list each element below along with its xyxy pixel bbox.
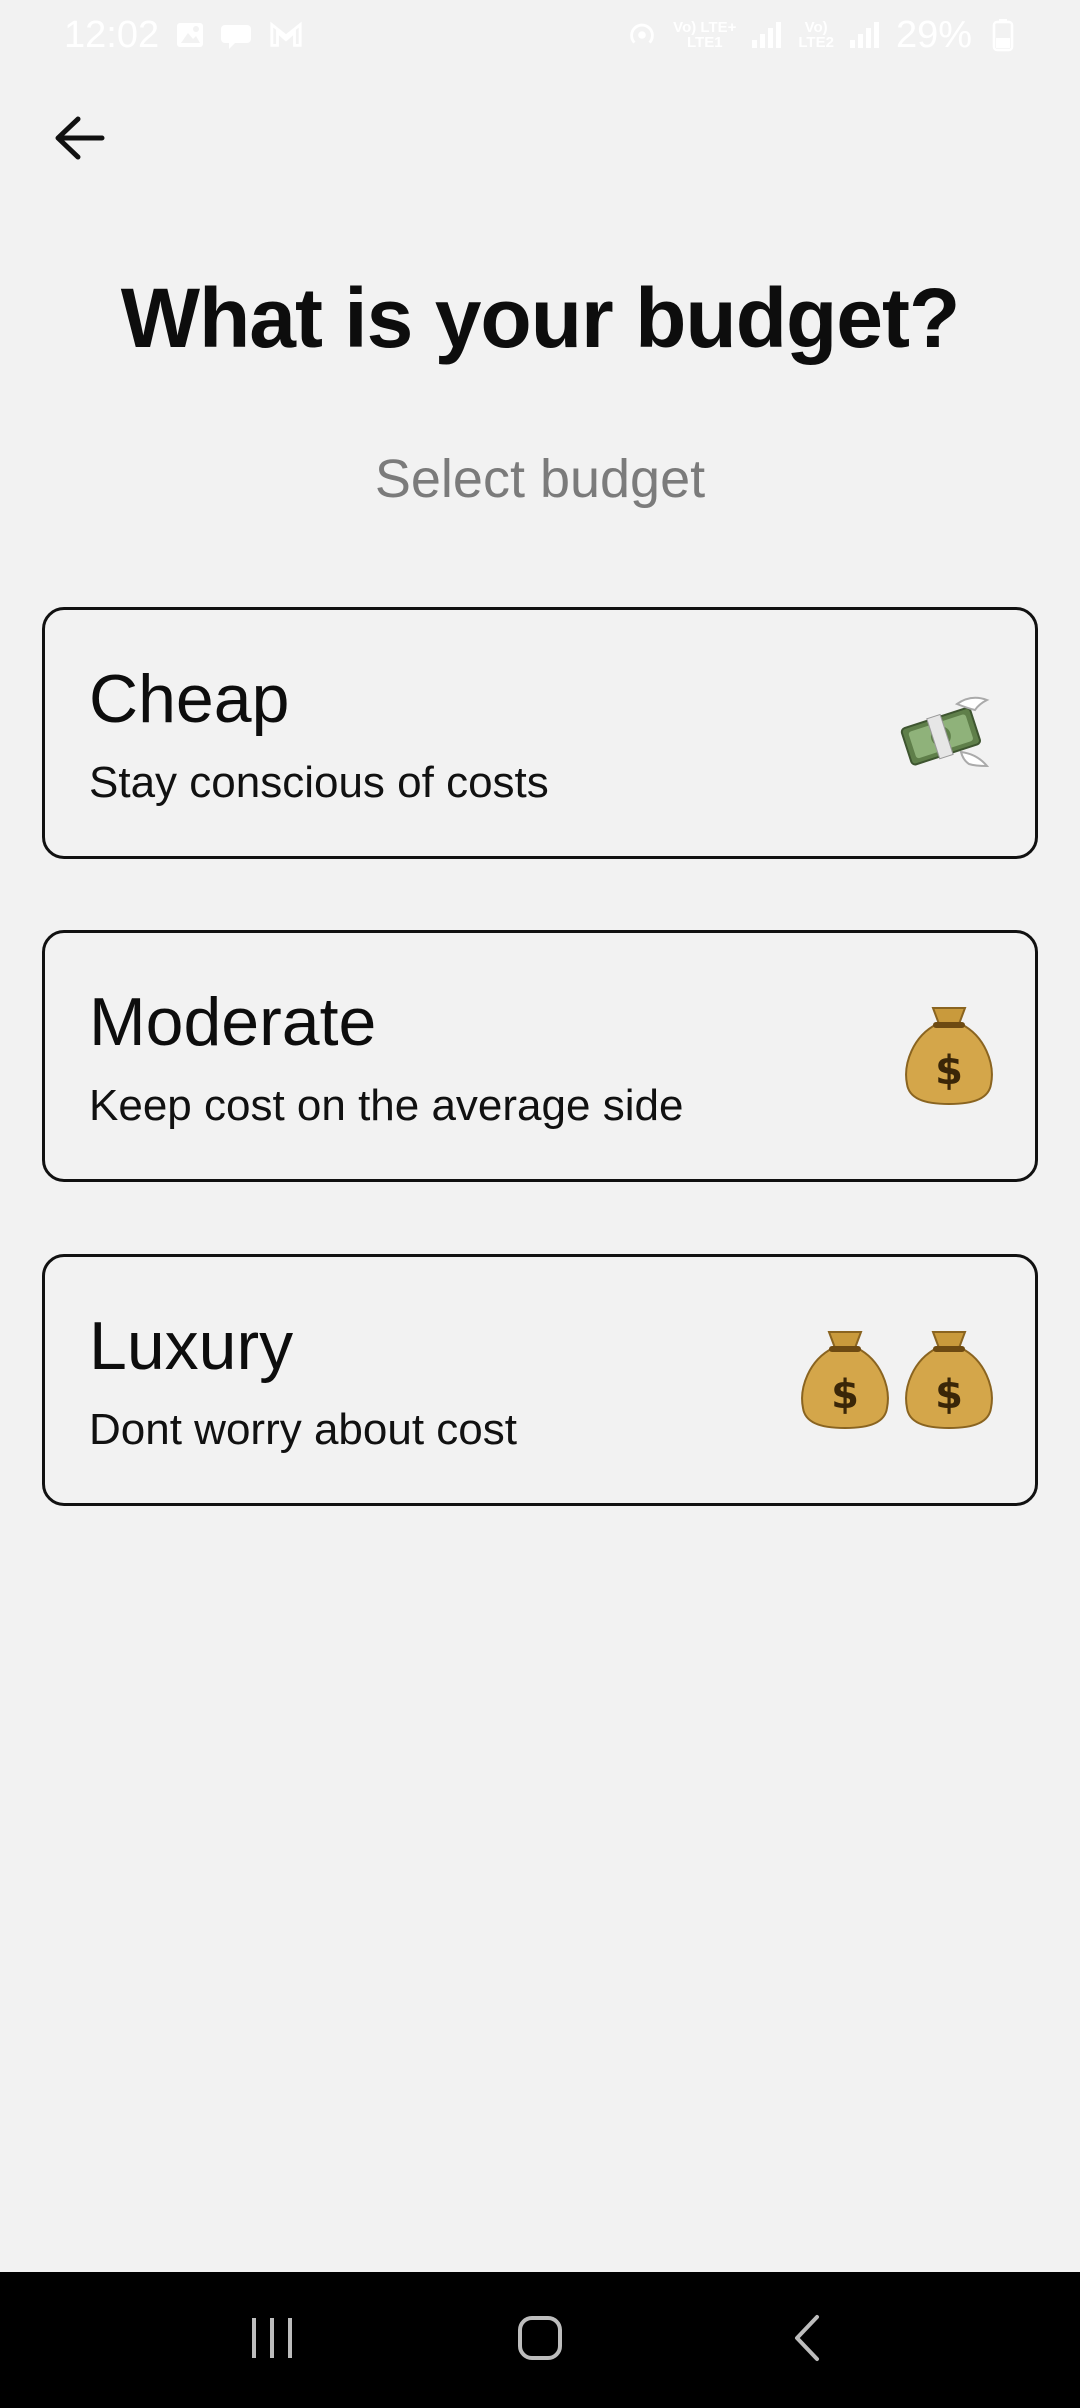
option-icons: $ $	[799, 1257, 995, 1503]
status-time: 12:02	[64, 13, 160, 56]
network-label-1: Vo) LTE+ LTE1	[673, 19, 737, 51]
screen: 12:02 Vo) LTE+ LTE1 Vo) LTE2 29% What is…	[0, 0, 1080, 2408]
option-card-moderate[interactable]: Moderate Keep cost on the average side $	[42, 930, 1038, 1182]
system-back-button[interactable]	[747, 2290, 867, 2390]
option-description: Dont worry about cost	[89, 1405, 517, 1454]
svg-text:$: $	[831, 1372, 859, 1418]
page-title: What is your budget?	[120, 271, 961, 365]
recent-apps-icon	[248, 2316, 298, 2365]
option-card-cheap[interactable]: Cheap Stay conscious of costs $	[42, 607, 1038, 859]
home-icon	[515, 2313, 565, 2368]
recent-apps-button[interactable]	[213, 2290, 333, 2390]
svg-text:$: $	[935, 1048, 963, 1094]
chevron-left-icon	[789, 2313, 825, 2368]
option-icons: $	[895, 610, 995, 856]
battery-percent: 29%	[895, 13, 972, 56]
home-button[interactable]	[480, 2290, 600, 2390]
money-with-wings-icon: $	[895, 686, 995, 781]
gmail-icon	[269, 18, 303, 52]
status-right: Vo) LTE+ LTE1 Vo) LTE2 29%	[625, 14, 1020, 57]
option-card-luxury[interactable]: Luxury Dont worry about cost $ $	[42, 1254, 1038, 1506]
money-bag-icon: $	[903, 1326, 995, 1435]
money-bag-icon: $	[799, 1326, 891, 1435]
option-description: Keep cost on the average side	[89, 1081, 684, 1130]
status-bar: 12:02 Vo) LTE+ LTE1 Vo) LTE2 29%	[0, 0, 1080, 70]
option-title: Luxury	[89, 1308, 294, 1384]
signal-icon-1	[750, 18, 784, 52]
option-icons: $	[903, 933, 995, 1179]
svg-text:$: $	[935, 1372, 963, 1418]
option-title: Moderate	[89, 984, 377, 1060]
signal-icon-2	[848, 18, 882, 52]
option-description: Stay conscious of costs	[89, 758, 549, 807]
status-left: 12:02	[64, 14, 303, 57]
chat-icon	[221, 18, 255, 52]
gallery-icon	[173, 18, 207, 52]
money-bag-icon: $	[903, 1002, 995, 1111]
back-button[interactable]	[40, 100, 120, 180]
network-label-2: Vo) LTE2	[798, 19, 834, 51]
arrow-left-icon	[52, 113, 108, 168]
hotspot-icon	[625, 18, 659, 52]
page-subtitle: Select budget	[374, 449, 706, 509]
battery-icon	[986, 18, 1020, 52]
option-title: Cheap	[89, 661, 290, 737]
system-nav-bar	[0, 2272, 1080, 2408]
